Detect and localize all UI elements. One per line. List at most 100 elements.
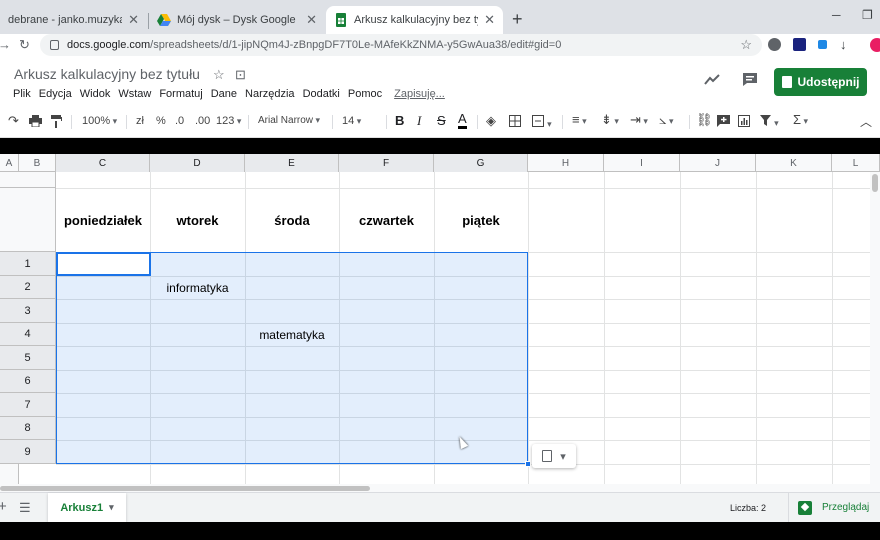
italic-button[interactable]: I — [417, 113, 421, 129]
menu-file[interactable]: Plik — [13, 88, 31, 100]
download-icon[interactable]: ↓ — [840, 37, 847, 52]
cell-monday-header[interactable]: poniedziałek — [56, 188, 150, 252]
column-header-l[interactable]: L — [832, 154, 880, 172]
comments-icon[interactable] — [742, 72, 758, 91]
active-cell[interactable] — [56, 252, 151, 276]
vertical-scrollbar[interactable] — [870, 172, 880, 484]
row-header-4[interactable]: 4 — [0, 323, 56, 346]
text-color-button[interactable]: A — [458, 112, 467, 129]
forward-icon[interactable]: → — [0, 37, 11, 52]
reload-icon[interactable]: ↻ — [19, 37, 30, 53]
insert-link-icon[interactable]: ⛓ — [696, 112, 713, 128]
cell-wednesday-header[interactable]: środa — [245, 188, 339, 252]
column-header-i[interactable]: I — [604, 154, 680, 172]
menu-addons[interactable]: Dodatki — [303, 88, 340, 100]
print-icon[interactable] — [29, 115, 42, 130]
font-size-select[interactable]: 14 — [342, 115, 361, 127]
bold-button[interactable]: B — [395, 113, 404, 128]
avatar[interactable] — [870, 38, 880, 52]
strikethrough-button[interactable]: S — [437, 113, 446, 128]
cell-friday-header[interactable]: piątek — [434, 188, 528, 252]
text-rotation-icon[interactable]: ⦣ — [659, 112, 674, 128]
restore-icon[interactable]: ❐ — [862, 8, 873, 22]
font-select[interactable]: Arial Narrow — [258, 115, 320, 126]
share-button[interactable]: Udostępnij — [774, 68, 867, 96]
merge-cells-icon[interactable] — [532, 115, 552, 130]
extension-icon[interactable] — [818, 40, 827, 49]
increase-decimals-button[interactable]: .00 — [195, 115, 210, 127]
extension-icon[interactable] — [793, 38, 806, 51]
menu-tools[interactable]: Narzędzia — [245, 88, 295, 100]
text-wrapping-icon[interactable]: ⇥ — [630, 112, 648, 128]
add-sheet-icon[interactable]: + — [0, 498, 7, 515]
column-header-c[interactable]: C — [56, 154, 150, 172]
new-tab-button[interactable]: + — [512, 9, 523, 30]
column-header-h[interactable]: H — [528, 154, 604, 172]
row-header-3[interactable]: 3 — [0, 299, 56, 323]
cell-tuesday-header[interactable]: wtorek — [150, 188, 245, 252]
row-header-blank[interactable] — [0, 172, 56, 188]
chevron-down-icon[interactable]: ▾ — [109, 502, 114, 513]
functions-button[interactable]: Σ — [793, 112, 808, 127]
explore-button[interactable]: Przeglądaj — [788, 493, 880, 522]
paint-format-icon[interactable] — [51, 115, 62, 131]
redo-icon[interactable]: ↷ — [8, 113, 19, 129]
star-icon[interactable]: ☆ — [213, 67, 225, 83]
row-header-8[interactable]: 8 — [0, 417, 56, 440]
row-header-9[interactable]: 9 — [0, 440, 56, 464]
horizontal-scrollbar[interactable] — [0, 484, 880, 492]
row-header-7[interactable]: 7 — [0, 393, 56, 417]
browser-tab-drive[interactable]: Mój dysk – Dysk Google ✕ — [149, 6, 325, 34]
cell-thursday-header[interactable]: czwartek — [339, 188, 434, 252]
browser-tab-sheets[interactable]: Arkusz kalkulacyjny bez tytułu - ✕ — [326, 6, 503, 34]
insert-comment-icon[interactable] — [717, 115, 730, 130]
zoom-select[interactable]: 100% — [82, 115, 117, 127]
column-header-j[interactable]: J — [680, 154, 756, 172]
currency-format-button[interactable]: zł — [136, 115, 144, 127]
minimize-icon[interactable]: ─ — [832, 8, 841, 22]
decrease-decimals-button[interactable]: .0 — [175, 115, 184, 127]
column-header-d[interactable]: D — [150, 154, 245, 172]
selection-count[interactable]: Liczba: 2 — [730, 503, 766, 513]
more-formats-select[interactable]: 123 — [216, 115, 241, 127]
vertical-align-icon[interactable]: ⇟ — [601, 112, 619, 128]
browser-tab-mail[interactable]: debrane - janko.muzykant@sp ✕ — [0, 6, 147, 34]
move-to-folder-icon[interactable]: ⊡ — [235, 67, 246, 83]
column-header-f[interactable]: F — [339, 154, 434, 172]
column-header-k[interactable]: K — [756, 154, 832, 172]
menu-edit[interactable]: Edycja — [39, 88, 72, 100]
paste-options-button[interactable]: ▾ — [532, 444, 576, 468]
menu-help[interactable]: Pomoc — [348, 88, 382, 100]
close-icon[interactable]: ✕ — [306, 12, 317, 28]
row-header-blank[interactable] — [0, 188, 56, 252]
menu-insert[interactable]: Wstaw — [118, 88, 151, 100]
scrollbar-thumb[interactable] — [872, 174, 878, 192]
row-header-2[interactable]: 2 — [0, 276, 56, 299]
extension-icon[interactable] — [768, 38, 781, 51]
column-header-e[interactable]: E — [245, 154, 339, 172]
scrollbar-thumb[interactable] — [0, 486, 370, 491]
row-header-5[interactable]: 5 — [0, 346, 56, 370]
all-sheets-icon[interactable]: ☰ — [19, 500, 31, 516]
selected-range[interactable] — [56, 252, 528, 464]
sheet-tab[interactable]: Arkusz1 ▾ — [48, 493, 126, 522]
document-title[interactable]: Arkusz kalkulacyjny bez tytułu — [14, 66, 200, 82]
activity-trend-icon[interactable] — [704, 72, 720, 89]
filter-icon[interactable] — [760, 115, 779, 129]
row-header-1[interactable]: 1 — [0, 252, 56, 276]
borders-icon[interactable] — [509, 115, 521, 130]
menu-view[interactable]: Widok — [80, 88, 111, 100]
cell-e4[interactable]: matematyka — [245, 323, 339, 346]
insert-chart-icon[interactable] — [738, 115, 750, 130]
fill-handle[interactable] — [525, 461, 531, 467]
close-icon[interactable]: ✕ — [484, 12, 495, 28]
fill-color-icon[interactable]: ◈ — [486, 113, 496, 129]
horizontal-align-icon[interactable]: ≡ — [572, 112, 587, 127]
column-header-a[interactable]: A — [0, 154, 19, 172]
bookmark-star-icon[interactable]: ☆ — [740, 37, 752, 53]
collapse-toolbar-icon[interactable]: ︿ — [860, 113, 872, 130]
column-header-g[interactable]: G — [434, 154, 528, 172]
address-bar[interactable]: docs.google.com/spreadsheets/d/1-jipNQm4… — [40, 34, 762, 56]
column-header-b[interactable]: B — [19, 154, 56, 172]
row-header-6[interactable]: 6 — [0, 370, 56, 393]
